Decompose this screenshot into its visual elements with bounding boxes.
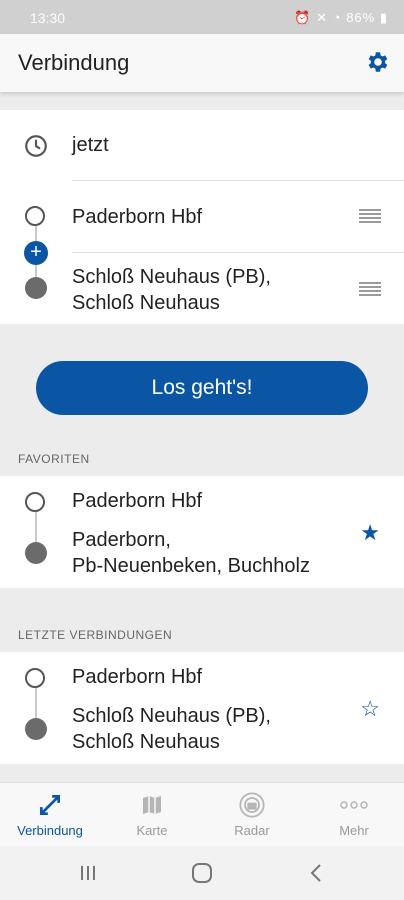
status-icons: ⏰ ✕ ◔ 86% ▮ xyxy=(294,10,388,26)
destination-stop-icon xyxy=(25,718,47,740)
nav-label: Mehr xyxy=(339,823,369,838)
more-icon xyxy=(340,801,368,809)
bottom-navigation: Verbindung Karte Radar Mehr xyxy=(0,782,404,847)
time-field[interactable]: jetzt xyxy=(72,132,109,158)
destination-line-1: Schloß Neuhaus (PB), xyxy=(72,266,271,288)
favorite-item[interactable]: Paderborn Hbf Paderborn, Pb-Neuenbeken, … xyxy=(0,476,404,588)
alarm-icon: ⏰ xyxy=(294,10,312,25)
gear-icon[interactable] xyxy=(364,49,390,75)
nav-mehr[interactable]: Mehr xyxy=(314,791,394,838)
mute-icon: ✕ xyxy=(316,10,329,25)
nav-label: Verbindung xyxy=(17,823,83,838)
origin-stop-icon xyxy=(25,492,45,512)
star-outline-icon[interactable]: ☆ xyxy=(360,696,380,722)
route-line xyxy=(35,688,37,720)
recent-destination-line-2: Schloß Neuhaus xyxy=(72,731,220,753)
app-bar: Verbindung xyxy=(0,34,404,92)
wifi-icon: ◔ xyxy=(332,10,342,25)
recent-destination-line-1: Schloß Neuhaus (PB), xyxy=(72,705,271,727)
destination-stop-icon xyxy=(25,277,47,299)
status-time: 13:30 xyxy=(30,10,66,26)
recent-heading: LETZTE VERBINDUNGEN xyxy=(18,628,173,642)
battery-icon: ▮ xyxy=(379,10,388,25)
favorite-destination-line-1: Paderborn, xyxy=(72,529,171,551)
divider xyxy=(72,180,404,181)
recent-item[interactable]: Paderborn Hbf Schloß Neuhaus (PB), Schlo… xyxy=(0,652,404,764)
route-line xyxy=(35,512,37,544)
origin-stop-icon xyxy=(25,206,45,226)
route-icon xyxy=(39,794,61,816)
nav-radar[interactable]: Radar xyxy=(212,791,292,838)
destination-stop-icon xyxy=(25,542,47,564)
page-title: Verbindung xyxy=(18,50,130,75)
clock-icon xyxy=(25,135,47,157)
map-icon xyxy=(143,796,161,814)
radar-icon xyxy=(239,792,265,818)
favorite-destination-line-2: Pb-Neuenbeken, Buchholz xyxy=(72,555,310,577)
destination-field[interactable]: Schloß Neuhaus (PB), Schloß Neuhaus xyxy=(72,264,271,316)
favorite-origin: Paderborn Hbf xyxy=(72,490,203,512)
nav-label: Karte xyxy=(136,823,168,838)
trip-form: jetzt Paderborn Hbf + Schloß Neuhaus (PB… xyxy=(0,110,404,324)
origin-stop-icon xyxy=(25,668,45,688)
home-icon[interactable] xyxy=(191,862,213,884)
drag-handle-origin[interactable] xyxy=(359,209,381,223)
nav-label: Radar xyxy=(234,823,270,838)
divider xyxy=(72,252,404,253)
battery-percent: 86% xyxy=(346,10,376,25)
system-navigation-bar xyxy=(0,846,404,900)
recent-apps-icon[interactable] xyxy=(78,863,98,883)
add-via-button[interactable]: + xyxy=(24,241,48,265)
favorites-heading: FAVORITEN xyxy=(18,452,90,466)
destination-line-2: Schloß Neuhaus xyxy=(72,292,220,314)
back-icon[interactable] xyxy=(306,862,326,884)
recent-destination: Schloß Neuhaus (PB), Schloß Neuhaus xyxy=(72,703,271,755)
status-bar: 13:30 ⏰ ✕ ◔ 86% ▮ xyxy=(0,0,404,34)
favorite-destination: Paderborn, Pb-Neuenbeken, Buchholz xyxy=(72,527,310,579)
star-filled-icon[interactable]: ★ xyxy=(360,520,380,546)
search-button[interactable]: Los geht's! xyxy=(36,361,368,415)
recent-origin: Paderborn Hbf xyxy=(72,666,203,688)
nav-verbindung[interactable]: Verbindung xyxy=(10,791,90,838)
origin-field[interactable]: Paderborn Hbf xyxy=(72,204,202,230)
nav-karte[interactable]: Karte xyxy=(112,791,192,838)
drag-handle-destination[interactable] xyxy=(359,282,381,296)
